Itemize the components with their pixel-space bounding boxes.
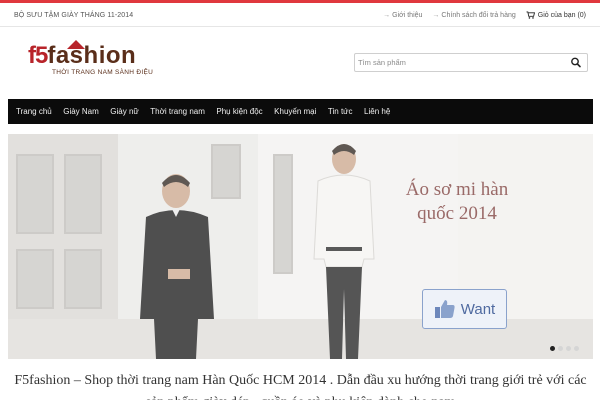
main-nav: Trang chủ Giày Nam Giày nữ Thời trang na… <box>8 99 593 124</box>
logo-tagline: THỜI TRANG NAM SÀNH ĐIỆU <box>52 69 154 76</box>
top-links: → Giới thiệu → Chính sách đổi trả hàng G… <box>383 11 586 19</box>
slider-dot-4[interactable] <box>574 346 579 351</box>
logo-fashion: fashion <box>47 42 137 69</box>
nav-item-home[interactable]: Trang chủ <box>16 107 52 116</box>
slider-dot-3[interactable] <box>566 346 571 351</box>
nav-item-news[interactable]: Tin tức <box>328 107 353 116</box>
thumbs-up-icon <box>434 300 455 318</box>
logo-roof-icon <box>67 40 85 49</box>
arrow-right-icon: → <box>432 11 440 19</box>
header: f5 fashion THỜI TRANG NAM SÀNH ĐIỆU <box>0 27 600 99</box>
nav-item-men-shoes[interactable]: Giày Nam <box>63 107 99 116</box>
nav-item-contact[interactable]: Liên hệ <box>364 107 390 116</box>
logo-wordmark: f5 fashion <box>28 44 158 68</box>
search-icon[interactable] <box>569 56 583 69</box>
cart-icon <box>526 11 535 19</box>
site-logo[interactable]: f5 fashion THỜI TRANG NAM SÀNH ĐIỆU <box>28 40 158 86</box>
want-button[interactable]: Want <box>422 289 507 329</box>
intro-heading: F5fashion – Shop thời trang nam Hàn Quốc… <box>14 373 587 400</box>
slider-dot-1[interactable] <box>550 346 555 351</box>
arrow-right-icon: → <box>383 11 391 19</box>
search-box <box>354 53 588 72</box>
want-button-label: Want <box>460 300 496 318</box>
return-policy-link-label: Chính sách đổi trả hàng <box>441 11 516 19</box>
slider-dot-2[interactable] <box>558 346 563 351</box>
slide-title-line2: quốc 2014 <box>417 203 497 224</box>
promo-link[interactable]: BỘ SƯU TẬM GIÀY THÁNG 11-2014 <box>14 12 133 19</box>
search-input[interactable] <box>358 55 554 70</box>
return-policy-link[interactable]: → Chính sách đổi trả hàng <box>432 12 515 19</box>
nav-item-accessories[interactable]: Phụ kiện độc <box>216 107 262 116</box>
hero-slider[interactable]: Áo sơ mi hàn quốc 2014 Want <box>8 134 593 359</box>
nav-item-promotions[interactable]: Khuyến mại <box>274 107 316 116</box>
slider-pagination <box>550 346 579 351</box>
cart-label: Giỏ của bạn (0) <box>537 11 586 19</box>
slide-title-line1: Áo sơ mi hàn <box>405 179 509 200</box>
cart-link[interactable]: Giỏ của bạn (0) <box>526 11 586 19</box>
top-bar: BỘ SƯU TẬM GIÀY THÁNG 11-2014 → Giới thi… <box>0 3 600 27</box>
logo-f5: f5 <box>28 42 48 69</box>
nav-item-women-shoes[interactable]: Giày nữ <box>110 107 138 116</box>
about-link[interactable]: → Giới thiệu <box>383 12 422 19</box>
about-link-label: Giới thiệu <box>392 11 423 19</box>
slide-title: Áo sơ mi hàn quốc 2014 <box>402 178 512 226</box>
nav-item-men-fashion[interactable]: Thời trang nam <box>150 107 205 116</box>
